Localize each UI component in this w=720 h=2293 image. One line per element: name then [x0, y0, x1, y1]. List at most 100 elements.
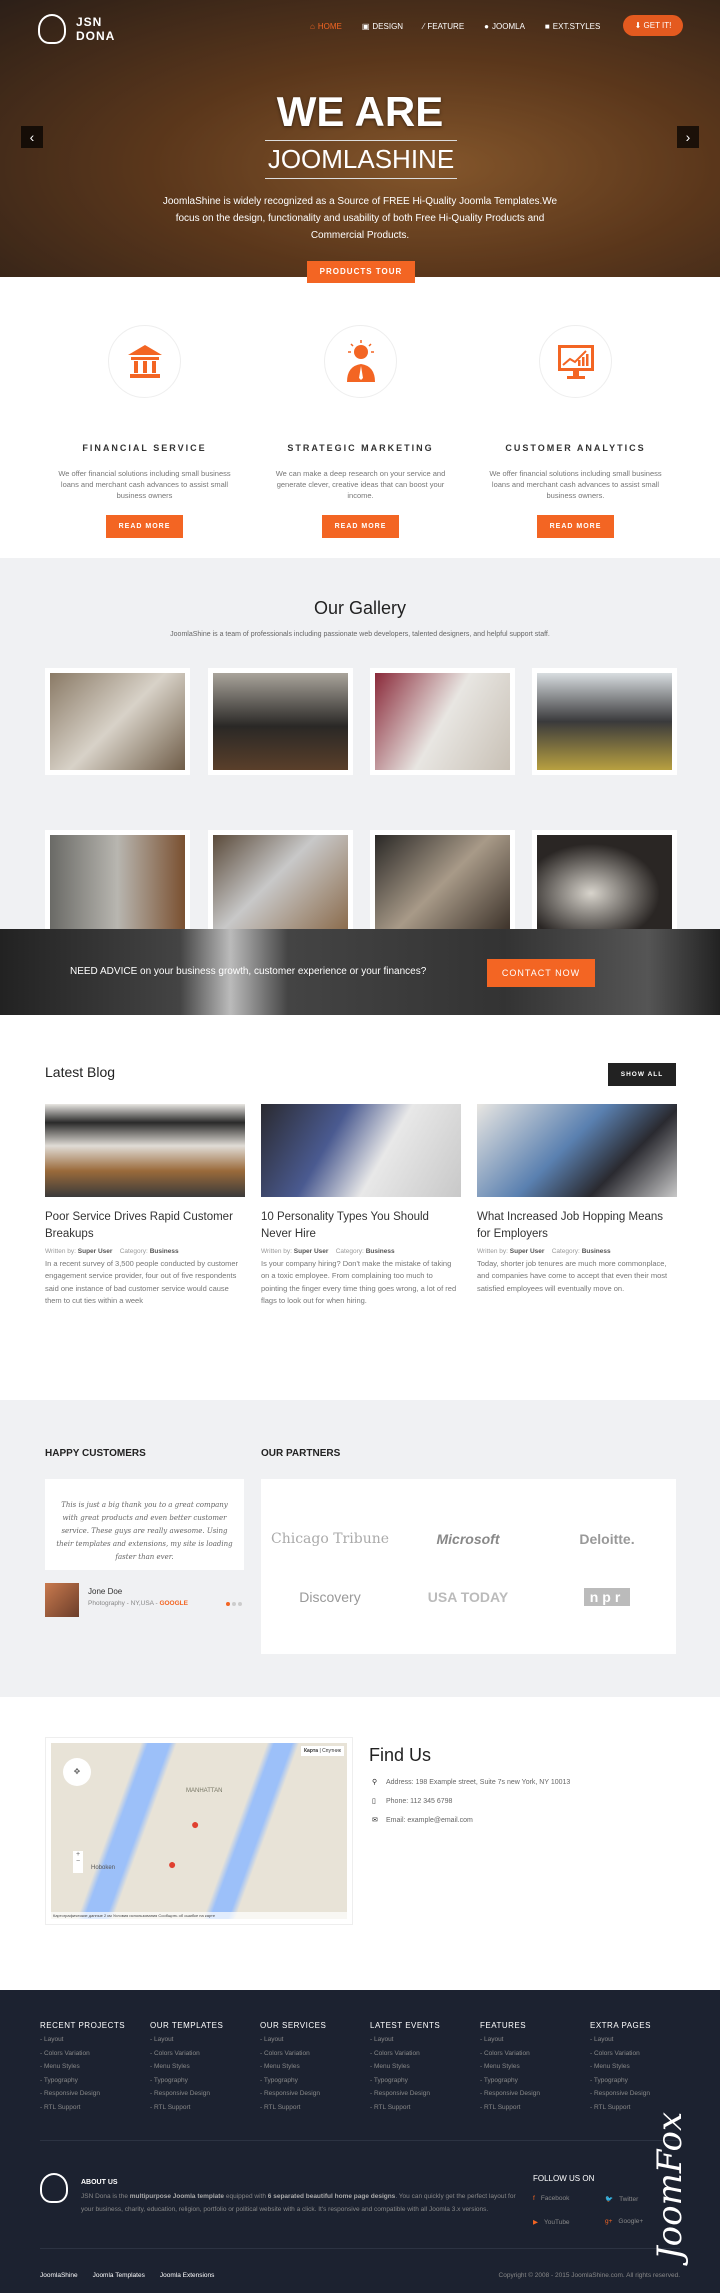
gallery-item[interactable]	[370, 668, 515, 775]
footer-link[interactable]: - Layout	[260, 2036, 360, 2044]
nav-feature[interactable]: ⁄ Feature	[423, 22, 464, 31]
footer-link[interactable]: - Colors Variation	[480, 2050, 580, 2058]
post-title[interactable]: What Increased Job Hopping Means for Emp…	[477, 1209, 677, 1243]
follow-us-title: FOLLOW US ON	[533, 2174, 595, 2183]
footer-link[interactable]: - Typography	[150, 2077, 250, 2085]
footer-link[interactable]: - Menu Styles	[370, 2063, 470, 2071]
partner-logo[interactable]: npr	[538, 1588, 676, 1606]
footer-link[interactable]: - RTL Support	[260, 2104, 360, 2112]
read-more-button[interactable]: READ MORE	[106, 515, 183, 538]
gallery-item[interactable]	[45, 668, 190, 775]
footer-link[interactable]: - Colors Variation	[40, 2050, 140, 2058]
bank-icon	[127, 344, 162, 378]
footer-link[interactable]: - Responsive Design	[370, 2090, 470, 2098]
footer-link[interactable]: - Colors Variation	[370, 2050, 470, 2058]
globe-hands-icon	[40, 2173, 68, 2203]
gallery-item[interactable]	[370, 830, 515, 937]
nav-design[interactable]: ▣ Design	[362, 22, 403, 31]
gallery-item[interactable]	[532, 668, 677, 775]
facebook-icon: f	[533, 2195, 535, 2202]
map-zoom-control[interactable]: + −	[73, 1851, 83, 1873]
footer-link[interactable]: - Colors Variation	[260, 2050, 360, 2058]
post-image[interactable]	[261, 1104, 461, 1197]
hero-title: WE ARE	[276, 88, 444, 135]
youtube-link[interactable]: ▶ YouTube	[533, 2218, 570, 2226]
footer-link[interactable]: - Typography	[260, 2077, 360, 2085]
footer-link[interactable]: - Layout	[370, 2036, 470, 2044]
facebook-link[interactable]: f Facebook	[533, 2195, 569, 2202]
footer-link[interactable]: - RTL Support	[370, 2104, 470, 2112]
footer-link[interactable]: - Layout	[480, 2036, 580, 2044]
read-more-button[interactable]: READ MORE	[537, 515, 614, 538]
blog-post: 10 Personality Types You Should Never Hi…	[261, 1104, 461, 1307]
google-plus-icon: g+	[605, 2218, 613, 2225]
blog-title: Latest Blog	[45, 1064, 116, 1080]
map-marker-icon[interactable]: ●	[168, 1856, 176, 1872]
post-title[interactable]: Poor Service Drives Rapid Customer Break…	[45, 1209, 245, 1243]
footer-link[interactable]: - RTL Support	[40, 2104, 140, 2112]
customer-name: Jone Doe	[88, 1587, 123, 1596]
show-all-button[interactable]: SHOW ALL	[608, 1063, 676, 1086]
map-marker-icon[interactable]: ●	[191, 1816, 199, 1832]
footer-link[interactable]: - Menu Styles	[480, 2063, 580, 2071]
footer-links: JoomlaShine Joomla Templates Joomla Extens…	[40, 2272, 215, 2279]
google-plus-link[interactable]: g+ Google+	[605, 2218, 643, 2225]
footer-link[interactable]: - Typography	[480, 2077, 580, 2085]
footer-link[interactable]: - RTL Support	[480, 2104, 580, 2112]
partner-logo[interactable]: Deloitte.	[538, 1531, 676, 1547]
footer-link[interactable]: - Menu Styles	[260, 2063, 360, 2071]
footer-link[interactable]: - Typography	[40, 2077, 140, 2085]
testimonial-pagination[interactable]	[226, 1602, 242, 1606]
gallery-item[interactable]	[208, 668, 353, 775]
footer-link[interactable]: - Colors Variation	[590, 2050, 690, 2058]
customers-partners-section: HAPPY CUSTOMERS OUR PARTNERS This is jus…	[0, 1400, 720, 1697]
cta-banner: NEED ADVICE on your business growth, cus…	[0, 929, 720, 1015]
footer-link[interactable]: - Layout	[150, 2036, 250, 2044]
map-pan-control[interactable]: ✥	[63, 1758, 91, 1786]
nav-home[interactable]: ⌂ Home	[310, 22, 342, 31]
logo[interactable]: JSN DONA	[38, 14, 114, 44]
mobile-icon: ▯	[372, 1798, 376, 1805]
footer-link[interactable]: - Typography	[370, 2077, 470, 2085]
get-it-button[interactable]: ⬇ Get it!	[623, 15, 683, 36]
copyright: Copyright © 2008 - 2015 JoomlaShine.com.…	[498, 2272, 680, 2279]
blog-post: Poor Service Drives Rapid Customer Break…	[45, 1104, 245, 1307]
globe-hands-icon	[38, 14, 66, 44]
footer-link[interactable]: - Layout	[590, 2036, 690, 2044]
footer-link[interactable]: - Responsive Design	[260, 2090, 360, 2098]
lightbulb-person-icon	[346, 339, 375, 382]
footer-link[interactable]: - Colors Variation	[150, 2050, 250, 2058]
products-tour-button[interactable]: PRODUCTS TOUR	[307, 261, 415, 283]
footer-link[interactable]: - Menu Styles	[40, 2063, 140, 2071]
map-type-toggle[interactable]: Карта | Спутник	[300, 1746, 344, 1756]
footer-link[interactable]: - Typography	[590, 2077, 690, 2085]
cta-text: NEED ADVICE on your business growth, cus…	[70, 966, 427, 977]
partner-logo[interactable]: Microsoft	[399, 1531, 537, 1547]
partner-logo[interactable]: Discovery	[261, 1589, 399, 1605]
nav-joomla[interactable]: ● Joomla	[484, 22, 525, 31]
nav-ext-styles[interactable]: ■ Ext.Styles	[545, 22, 600, 31]
footer-link[interactable]: - RTL Support	[150, 2104, 250, 2112]
gallery-item[interactable]	[532, 830, 677, 937]
footer-link[interactable]: - Responsive Design	[150, 2090, 250, 2098]
map[interactable]: Карта | Спутник ✥ + − MANHATTAN Hoboken ●…	[45, 1737, 353, 1925]
footer-link[interactable]: - Responsive Design	[480, 2090, 580, 2098]
gallery-item[interactable]	[208, 830, 353, 937]
footer-column: OUR TEMPLATES - Layout - Colors Variation -…	[150, 2021, 250, 2111]
footer-link[interactable]: - Menu Styles	[150, 2063, 250, 2071]
read-more-button[interactable]: READ MORE	[322, 515, 399, 538]
footer-column: RECENT PROJECTS - Layout - Colors Variatio…	[40, 2021, 140, 2111]
partner-logo[interactable]: Chicago Tribune	[261, 1531, 399, 1547]
gallery-item[interactable]	[45, 830, 190, 937]
post-title[interactable]: 10 Personality Types You Should Never Hi…	[261, 1209, 461, 1243]
partner-logo[interactable]: USA TODAY	[399, 1589, 537, 1605]
post-image[interactable]	[45, 1104, 245, 1197]
partners-logos: Chicago Tribune Microsoft Deloitte. Disc…	[261, 1479, 676, 1654]
email: ✉ Email: example@email.com	[372, 1817, 473, 1824]
footer-link[interactable]: - Responsive Design	[40, 2090, 140, 2098]
footer-link[interactable]: - Menu Styles	[590, 2063, 690, 2071]
post-image[interactable]	[477, 1104, 677, 1197]
footer-link[interactable]: - Layout	[40, 2036, 140, 2044]
twitter-link[interactable]: 🐦 Twitter	[605, 2195, 638, 2203]
contact-now-button[interactable]: CONTACT NOW	[487, 959, 595, 987]
